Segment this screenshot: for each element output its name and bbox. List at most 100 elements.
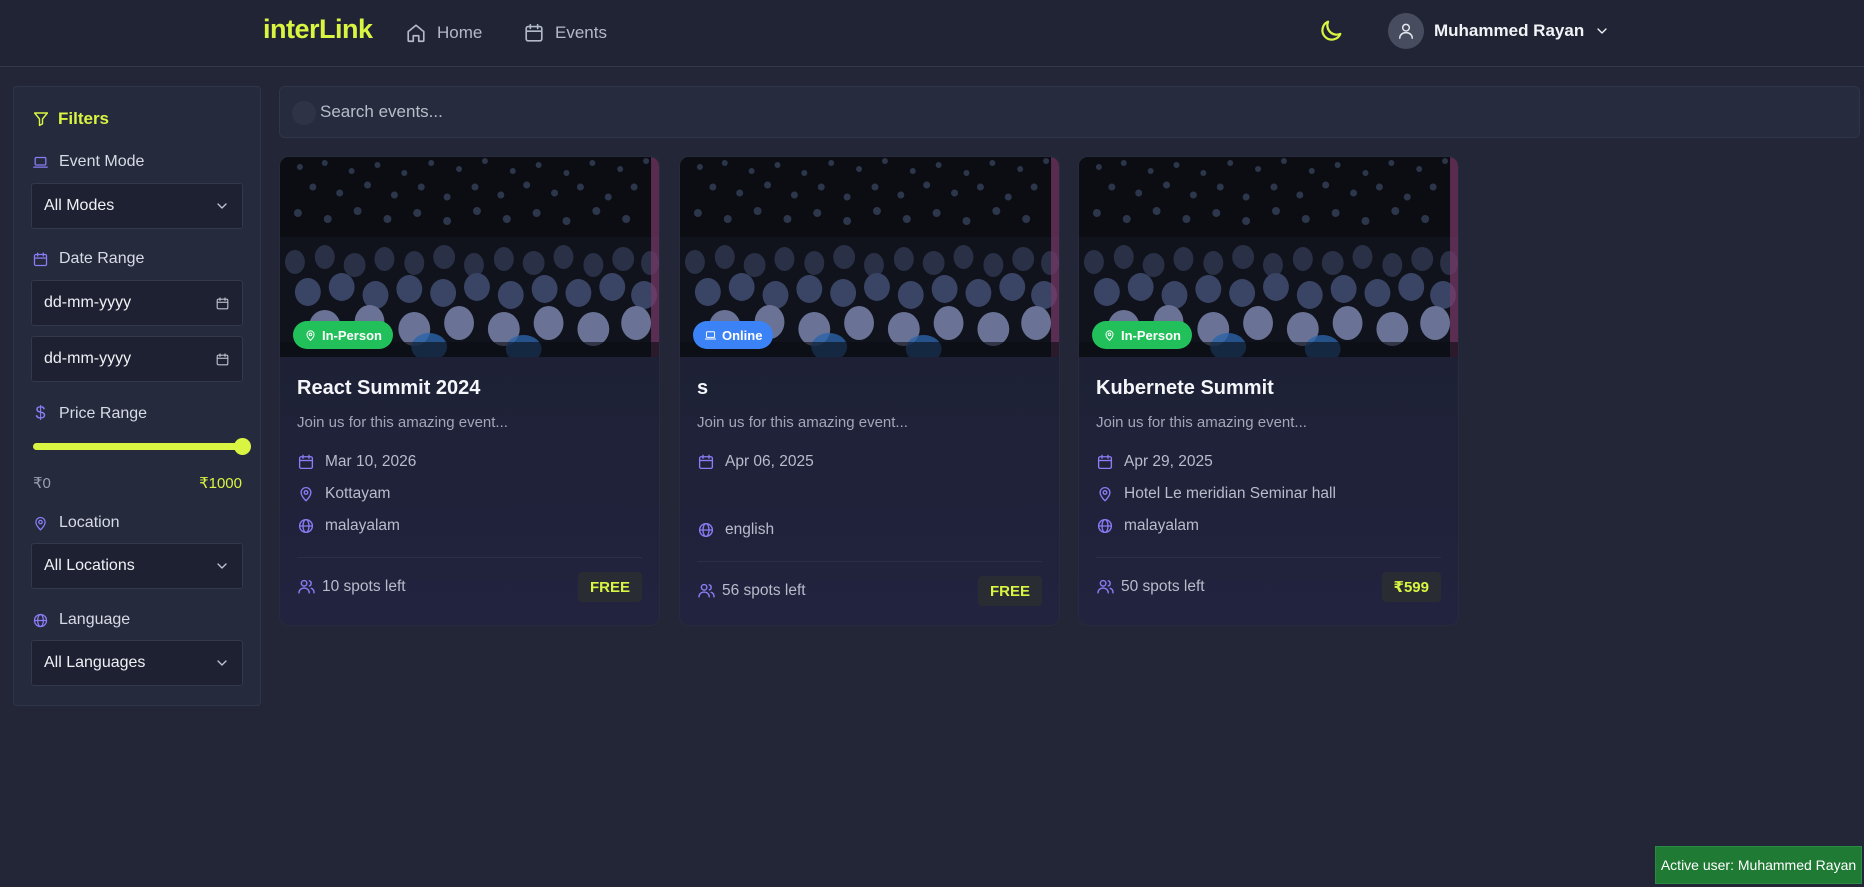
event-mode-value: All Modes [44,197,115,214]
map-pin-icon [297,485,315,503]
filter-icon [33,112,49,127]
avatar [1388,13,1424,49]
search-input[interactable]: Search events... [279,86,1860,138]
event-location: Hotel Le meridian Seminar hall [1096,485,1336,503]
event-language-text: malayalam [325,517,400,534]
event-location-text: Hotel Le meridian Seminar hall [1124,485,1336,502]
globe-icon [697,521,715,539]
event-title: Kubernete Summit [1096,377,1274,399]
calendar-icon [697,453,715,471]
start-date-placeholder: dd-mm-yyyy [44,294,132,311]
price-badge: FREE [577,572,642,602]
card-divider [1096,557,1441,558]
filters-title: Filters [58,109,110,128]
event-title: s [697,377,709,399]
card-divider [297,557,642,558]
language-value: All Languages [44,654,146,671]
app-logo[interactable]: interLink [263,14,373,45]
theme-toggle-button[interactable] [1317,17,1345,45]
mode-badge: In-Person [293,321,393,349]
globe-icon [1096,517,1114,535]
user-icon [1399,23,1413,39]
globe-icon [297,517,315,535]
map-pin-icon [1103,329,1116,342]
event-location-text: Kottayam [325,485,391,502]
event-language-text: english [725,521,775,538]
globe-icon [32,612,49,629]
start-date-input[interactable]: dd-mm-yyyy [31,280,243,326]
event-description: Join us for this amazing event... [1096,414,1307,431]
event-card[interactable]: Online s Join us for this amazing event.… [679,156,1060,626]
event-description: Join us for this amazing event... [697,414,908,431]
language-select[interactable]: All Languages [31,640,243,686]
event-date: Mar 10, 2026 [297,453,416,471]
slider-fill [33,443,243,450]
chevron-down-icon [1594,23,1610,39]
price-max-label: ₹1000 [199,475,242,492]
map-pin-icon [304,329,317,342]
calendar-icon [1096,453,1114,471]
moon-icon [1321,20,1342,41]
price-badge: ₹599 [1381,572,1441,602]
card-divider [697,561,1042,562]
slider-thumb[interactable] [234,438,251,455]
users-icon [697,581,716,600]
nav-home[interactable]: Home [405,20,482,46]
nav-events[interactable]: Events [523,20,607,46]
location-label-text: Location [59,514,120,531]
language-label: Language [32,611,130,629]
event-card[interactable]: In-Person Kubernete Summit Join us for t… [1078,156,1459,626]
end-date-placeholder: dd-mm-yyyy [44,350,132,367]
user-menu[interactable]: Muhammed Rayan [1388,13,1610,49]
location-select[interactable]: All Locations [31,543,243,589]
price-min-label: ₹0 [33,475,51,492]
event-mode-select[interactable]: All Modes [31,183,243,229]
search-placeholder: Search events... [320,102,443,121]
search-icon [292,101,316,125]
map-pin-icon [1096,485,1114,503]
event-card[interactable]: In-Person React Summit 2024 Join us for … [279,156,660,626]
mode-badge: Online [693,321,774,349]
event-date-text: Mar 10, 2026 [325,453,417,470]
date-range-label-text: Date Range [59,250,145,267]
mode-badge-label: In-Person [1121,327,1181,343]
location-label: Location [32,514,120,532]
event-date-text: Apr 29, 2025 [1124,453,1213,470]
price-range-label-text: Price Range [59,404,148,422]
event-location: Kottayam [297,485,390,503]
event-spots-text: 50 spots left [1121,577,1205,595]
event-mode-label-text: Event Mode [59,153,145,170]
nav-home-label: Home [437,23,483,42]
event-spots-text: 10 spots left [322,577,406,595]
price-range-slider[interactable] [33,438,251,455]
event-date: Apr 29, 2025 [1096,453,1213,471]
chevron-down-icon [214,198,230,214]
price-badge: FREE [977,576,1042,606]
event-language: malayalam [1096,517,1199,535]
event-language: malayalam [297,517,400,535]
calendar-icon [523,22,545,44]
map-pin-icon [32,515,49,532]
dollar-icon: $ [35,403,46,423]
event-language: english [697,521,774,539]
nav-events-label: Events [555,23,607,42]
event-title: React Summit 2024 [297,377,481,399]
laptop-icon [704,329,717,342]
end-date-input[interactable]: dd-mm-yyyy [31,336,243,382]
language-label-text: Language [59,611,131,628]
home-icon [407,24,425,43]
mode-badge-label: Online [722,327,763,343]
calendar-picker-icon[interactable] [215,296,230,311]
event-date: Apr 06, 2025 [697,453,814,471]
event-spots: 50 spots left [1096,577,1205,596]
calendar-icon [297,453,315,471]
laptop-icon [32,154,49,171]
user-name: Muhammed Rayan [1434,21,1585,40]
top-navbar: interLink Home Events Muhammed Rayan [0,0,1864,67]
filters-heading: Filters [32,109,109,129]
price-range-label: $ Price Range [32,403,147,424]
event-description: Join us for this amazing event... [297,414,508,431]
chevron-down-icon [214,655,230,671]
event-date-text: Apr 06, 2025 [725,453,814,470]
calendar-picker-icon[interactable] [215,352,230,367]
